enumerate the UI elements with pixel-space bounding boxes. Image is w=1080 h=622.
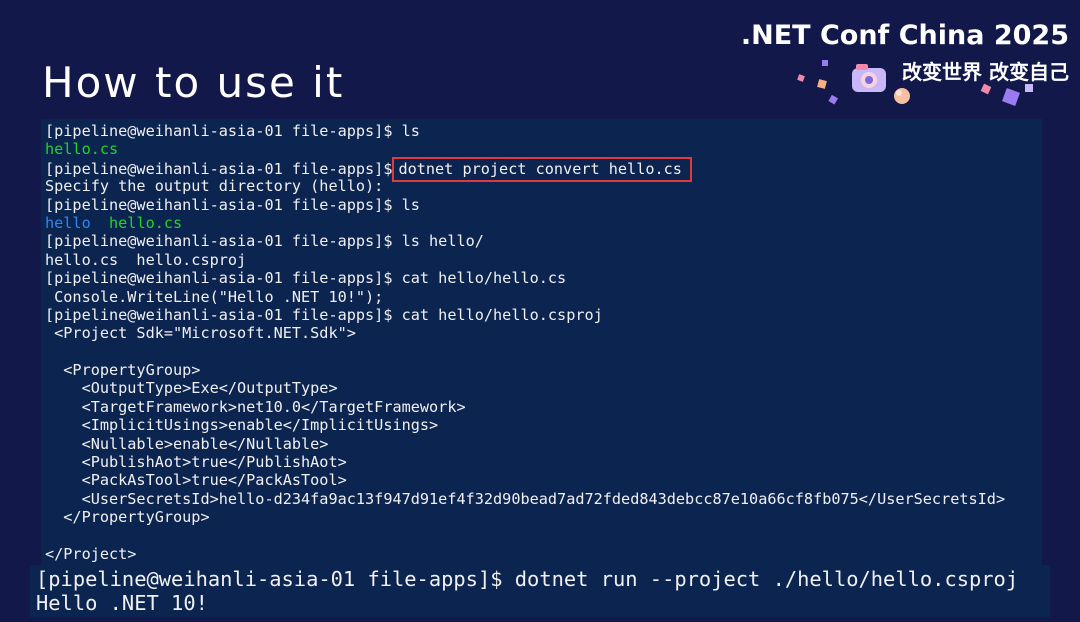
conference-brand: .NET Conf China 2025 改变世界 改变自己 <box>741 18 1075 113</box>
terminal-line: [pipeline@weihanli-asia-01 file-apps]$ c… <box>45 305 603 324</box>
terminal-window: [pipeline@weihanli-asia-01 file-apps]$ l… <box>41 119 1042 565</box>
terminal-line: Console.WriteLine("Hello .NET 10!"); <box>45 287 384 306</box>
run-output: Hello .NET 10! <box>36 591 208 615</box>
terminal-line: hello.cs hello.csproj <box>45 250 247 269</box>
slide-title: How to use it <box>42 58 345 107</box>
conference-slogan: 改变世界 改变自己 <box>902 60 1069 84</box>
terminal-line: [pipeline@weihanli-asia-01 file-apps]$ l… <box>45 122 420 140</box>
shell-prompt: [pipeline@weihanli-asia-01 file-apps]$ <box>45 159 393 178</box>
terminal-line: [pipeline@weihanli-asia-01 file-apps]$ do… <box>45 156 1005 183</box>
terminal-line: [pipeline@weihanli-asia-01 file-apps]$ l… <box>45 195 420 214</box>
terminal-line: <PropertyGroup> <box>45 361 201 380</box>
terminal-line: <ImplicitUsings>enable</ImplicitUsings> <box>45 416 439 435</box>
directory-entry: hello <box>45 213 91 232</box>
run-command: [pipeline@weihanli-asia-01 file-apps]$ d… <box>36 567 1019 591</box>
terminal-line: [pipeline@weihanli-asia-01 file-apps]$ l… <box>45 232 484 251</box>
terminal-line: <OutputType>Exe</OutputType> <box>45 379 338 398</box>
terminal-line: <UserSecretsId>hello-d234fa9ac13f947d91e… <box>45 489 1006 508</box>
file-entry: hello.cs <box>109 213 183 232</box>
highlighted-command: dotnet project convert hello.cs <box>392 156 692 183</box>
terminal-line: <Project Sdk="Microsoft.NET.Sdk"> <box>45 324 356 343</box>
terminal-line: [pipeline@weihanli-asia-01 file-apps]$ c… <box>45 269 567 288</box>
conference-title: .NET Conf China 2025 <box>740 20 1069 51</box>
terminal-line: <TargetFramework>net10.0</TargetFramewor… <box>45 397 466 416</box>
terminal-line: <PublishAot>true</PublishAot> <box>45 453 347 472</box>
run-output-panel: [pipeline@weihanli-asia-01 file-apps]$ d… <box>30 565 1050 617</box>
terminal-line: <PackAsTool>true</PackAsTool> <box>45 471 347 490</box>
terminal-line: <Nullable>enable</Nullable> <box>45 434 329 453</box>
terminal-line: hello hello.cs <box>45 214 1005 232</box>
terminal-line: </PropertyGroup> <box>45 508 210 527</box>
terminal-line: </Project> <box>45 544 137 563</box>
terminal-line: hello.cs <box>45 140 119 159</box>
